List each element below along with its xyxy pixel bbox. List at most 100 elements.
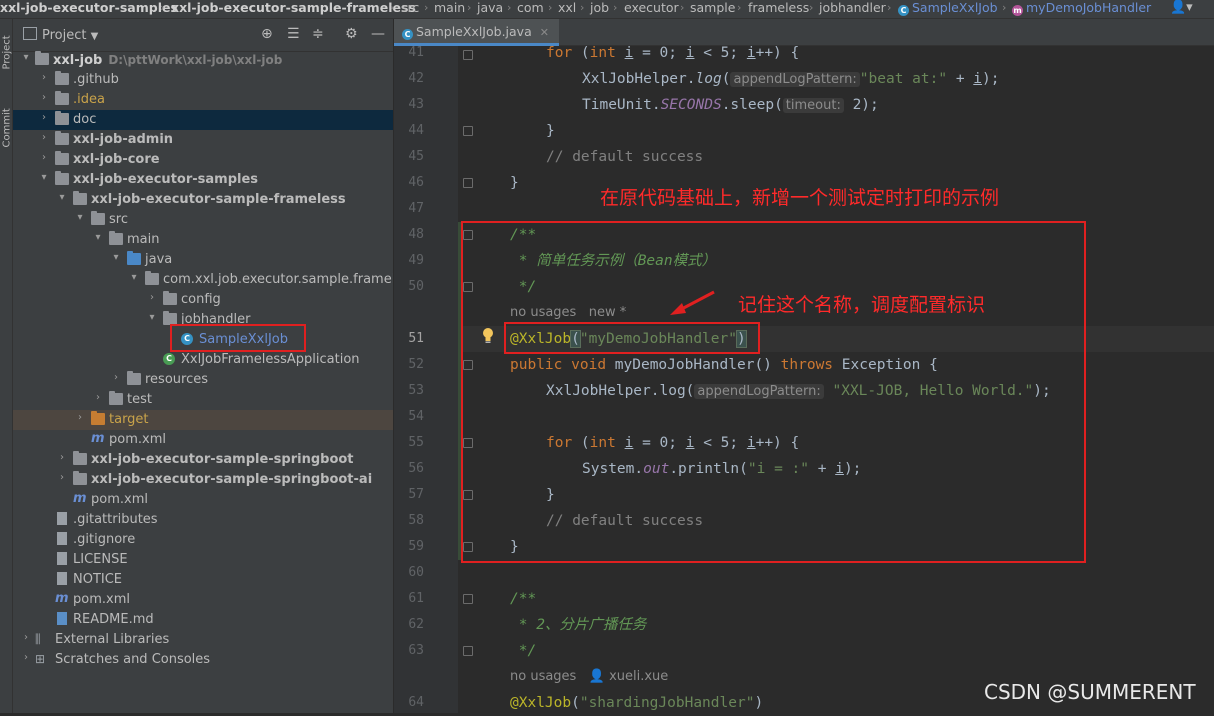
tree-item-root[interactable]: ▾ xxl-job D:\pttWork\xxl-job\xxl-job (13, 50, 393, 70)
breadcrumb-item[interactable]: sample (690, 0, 735, 16)
breadcrumb-item-method[interactable]: m myDemoJobHandler (1012, 0, 1151, 16)
tree-label: .gitattributes (73, 512, 158, 527)
tree-item-selected[interactable]: › doc (13, 110, 393, 130)
collapse-all-icon[interactable]: ☰ (287, 26, 300, 42)
tree-item[interactable]: › xxl-job-admin (13, 130, 393, 150)
breadcrumb-item[interactable]: xxl-job-executor-samples (0, 0, 178, 16)
project-panel-header: Project ▼ ⊕ ☰ ≑ ⚙ — (13, 19, 393, 52)
tree-item[interactable]: .gitattributes (13, 510, 393, 530)
folder-icon (23, 27, 37, 40)
editor-tab-bar: C SampleXxlJob.java ✕ (394, 19, 1214, 46)
parameter-hint: appendLogPattern: (730, 72, 860, 87)
tree-item[interactable]: › .github (13, 70, 393, 90)
tree-label: com.xxl.job.executor.sample.frameless (163, 272, 394, 287)
tree-item[interactable]: NOTICE (13, 570, 393, 590)
breadcrumb-item[interactable]: src (401, 0, 419, 16)
line-number: 51 (408, 331, 424, 346)
tree-label: External Libraries (55, 632, 170, 647)
close-icon[interactable]: ✕ (540, 26, 549, 39)
line-number: 50 (408, 279, 424, 294)
tree-item[interactable]: ▾ main (13, 230, 393, 250)
chevron-right-icon: › (507, 1, 512, 14)
tree-item[interactable]: › xxl-job-core (13, 150, 393, 170)
fold-marker[interactable] (463, 646, 473, 656)
tree-label: target (109, 412, 149, 427)
highlight-box-class (170, 324, 306, 352)
tree-item[interactable]: ▾ src (13, 210, 393, 230)
tree-item[interactable]: › xxl-job-executor-sample-springboot (13, 450, 393, 470)
user-icon[interactable]: 👤▾ (1170, 0, 1193, 16)
tree-item[interactable]: ▾ java (13, 250, 393, 270)
chevron-right-icon: › (42, 152, 46, 163)
tree-item[interactable]: › ⊞ Scratches and Consoles (13, 650, 393, 670)
tree-item[interactable]: › xxl-job-executor-sample-springboot-ai (13, 470, 393, 490)
chevron-right-icon: › (42, 112, 46, 123)
tree-item[interactable]: m pom.xml (13, 490, 393, 510)
tree-item[interactable]: › config (13, 290, 393, 310)
maven-icon: m (73, 491, 87, 506)
breadcrumb-item[interactable]: main (434, 0, 465, 16)
tool-tab-commit[interactable]: Commit (2, 108, 13, 147)
breadcrumb-item-class[interactable]: C SampleXxlJob (898, 0, 998, 16)
breadcrumb-item[interactable]: executor (624, 0, 679, 16)
module-folder-icon (73, 451, 87, 465)
tree-item[interactable]: C XxlJobFramelessApplication (13, 350, 393, 370)
breadcrumb-item[interactable]: java (477, 0, 503, 16)
chevron-right-icon: › (1002, 1, 1007, 14)
chevron-right-icon: › (580, 1, 585, 14)
fold-marker[interactable] (463, 50, 473, 60)
tree-item[interactable]: LICENSE (13, 550, 393, 570)
breadcrumb-item[interactable]: com (517, 0, 544, 16)
fold-marker[interactable] (463, 594, 473, 604)
breadcrumb-item[interactable]: jobhandler (819, 0, 886, 16)
class-icon: C (898, 5, 909, 16)
breadcrumb-item[interactable]: job (590, 0, 609, 16)
tree-item[interactable]: README.md (13, 610, 393, 630)
class-icon: C (402, 29, 413, 40)
tree-item[interactable]: › resources (13, 370, 393, 390)
tree-label: Scratches and Consoles (55, 652, 211, 667)
highlight-box-annotation (504, 322, 760, 354)
tree-label: XxlJobFramelessApplication (181, 352, 360, 367)
folder-icon (55, 91, 69, 105)
file-icon (57, 512, 67, 525)
project-view-selector[interactable]: Project ▼ (23, 27, 98, 43)
package-icon (163, 291, 177, 305)
tree-label: main (127, 232, 160, 247)
tree-label: config (181, 292, 221, 307)
minimize-icon[interactable]: — (371, 26, 385, 42)
maven-icon: m (55, 591, 69, 606)
tool-tab-project[interactable]: Project (2, 35, 13, 69)
expand-all-icon[interactable]: ≑ (312, 26, 324, 42)
breadcrumb-item[interactable]: frameless (748, 0, 809, 16)
breadcrumb-item[interactable]: xxl (558, 0, 576, 16)
tree-item[interactable]: › ⫼ External Libraries (13, 630, 393, 650)
gear-icon[interactable]: ⚙ (345, 26, 358, 42)
locate-icon[interactable]: ⊕ (261, 26, 273, 42)
tree-item[interactable]: ▾ xxl-job-executor-samples (13, 170, 393, 190)
fold-marker[interactable] (463, 126, 473, 136)
tree-label: NOTICE (73, 572, 123, 587)
chevron-right-icon: › (60, 452, 64, 463)
chevron-right-icon: › (737, 1, 742, 14)
tree-item[interactable]: m pom.xml (13, 430, 393, 450)
tree-item[interactable]: › test (13, 390, 393, 410)
markdown-icon (57, 612, 67, 625)
usage-hint[interactable]: no usages 👤 xueli.xue (510, 667, 668, 687)
code-line-44: } (546, 123, 555, 139)
excluded-folder-icon (91, 411, 105, 425)
breadcrumb-item[interactable]: xxl-job-executor-sample-frameless (171, 0, 416, 16)
fold-marker[interactable] (463, 178, 473, 188)
source-folder-icon (127, 251, 141, 265)
line-number: 46 (408, 175, 424, 190)
tree-item[interactable]: › .idea (13, 90, 393, 110)
line-number: 57 (408, 487, 424, 502)
line-number: 62 (408, 617, 424, 632)
parameter-hint: timeout: (782, 98, 844, 113)
tree-item[interactable]: m pom.xml (13, 590, 393, 610)
method-icon: m (1012, 5, 1023, 16)
tree-item[interactable]: ▾ com.xxl.job.executor.sample.frameless (13, 270, 393, 290)
tree-item[interactable]: ▾ xxl-job-executor-sample-frameless (13, 190, 393, 210)
tree-item[interactable]: .gitignore (13, 530, 393, 550)
tree-item[interactable]: › target (13, 410, 393, 430)
